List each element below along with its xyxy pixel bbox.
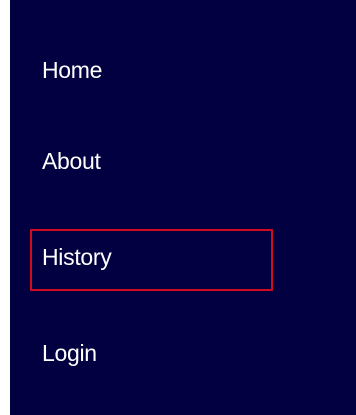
nav-item-history[interactable]: History: [42, 243, 112, 271]
nav-item-login[interactable]: Login: [42, 339, 97, 367]
sidebar-nav: Home About History Login: [10, 0, 356, 415]
nav-item-home[interactable]: Home: [42, 56, 102, 84]
nav-item-about[interactable]: About: [42, 147, 101, 175]
page-edge: [0, 0, 10, 415]
